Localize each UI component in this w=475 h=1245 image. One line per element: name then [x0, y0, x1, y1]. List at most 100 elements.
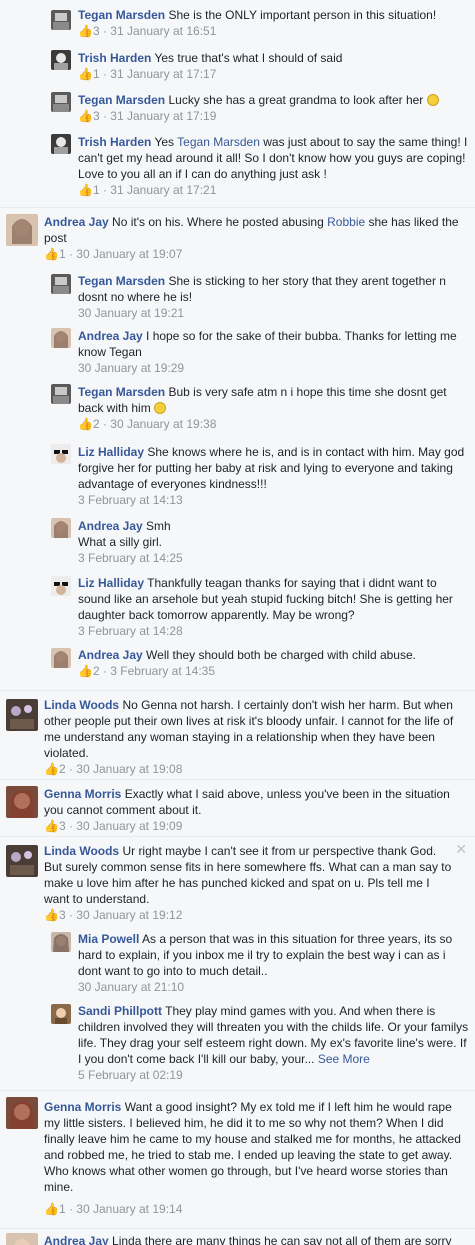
comment: Andrea Jay Linda there are many things h… [0, 1228, 475, 1245]
commenter-name[interactable]: Liz Halliday [78, 445, 144, 459]
commenter-name[interactable]: Genna Morris [44, 1100, 121, 1114]
thumbs-up-icon[interactable]: 👍 [78, 664, 93, 678]
thumbs-up-icon[interactable]: 👍 [44, 1202, 59, 1216]
comment: Andrea Jay No it's on his. Where he post… [0, 207, 475, 268]
avatar-mia-powell[interactable] [51, 932, 71, 952]
reply-comment: Andrea Jay Well they should both be char… [0, 642, 475, 688]
commenter-name[interactable]: Tegan Marsden [78, 385, 165, 399]
comment-text-line: What a silly girl. [78, 535, 163, 549]
avatar-liz-halliday[interactable] [51, 576, 71, 596]
comment-meta: 30 January at 19:21 [78, 306, 185, 320]
reply-comment: Trish Harden Yes true that's what I shou… [0, 44, 475, 86]
reply-comment: Tegan Marsden She is the ONLY important … [0, 0, 475, 44]
thumbs-up-icon[interactable]: 👍 [78, 183, 93, 197]
commenter-name[interactable]: Linda Woods [44, 698, 119, 712]
thumbs-up-icon[interactable]: 👍 [44, 762, 59, 776]
reply-comment: Andrea Jay I hope so for the sake of the… [0, 322, 475, 378]
commenter-name[interactable]: Linda Woods [44, 844, 119, 858]
reply-comment: Liz Halliday Thankfully teagan thanks fo… [0, 570, 475, 642]
avatar-linda-woods[interactable] [6, 845, 38, 877]
avatar-genna-morris[interactable] [6, 1097, 38, 1129]
comment-meta: 👍1 · 31 January at 17:17 [78, 67, 217, 81]
comment: Genna Morris Want a good insight? My ex … [0, 1090, 475, 1227]
mention-link[interactable]: Robbie [327, 215, 365, 229]
comment-meta: 👍1 · 30 January at 19:07 [44, 247, 183, 261]
thumbs-up-icon[interactable]: 👍 [44, 908, 59, 922]
close-icon[interactable]: ✕ [455, 841, 467, 858]
comment-meta: 👍2 · 3 February at 14:35 [78, 664, 216, 678]
comment: Linda Woods No Genna not harsh. I certai… [0, 690, 475, 779]
reply-comment: Sandi Phillpott They play mind games wit… [0, 998, 475, 1086]
avatar-andrea-jay[interactable] [51, 518, 71, 538]
comment-meta: 5 February at 02:19 [78, 1068, 183, 1082]
avatar-genna-morris[interactable] [6, 786, 38, 818]
comment-text: Yes [151, 135, 178, 149]
thumbs-up-icon[interactable]: 👍 [44, 819, 59, 833]
commenter-name[interactable]: Trish Harden [78, 51, 151, 65]
thumbs-up-icon[interactable]: 👍 [78, 24, 93, 38]
commenter-name[interactable]: Tegan Marsden [78, 274, 165, 288]
thumbs-up-icon[interactable]: 👍 [44, 247, 59, 261]
comment-meta: 30 January at 21:10 [78, 980, 185, 994]
comment-meta: 👍1 · 30 January at 19:14 [44, 1202, 183, 1216]
avatar-tegan-marsden[interactable] [51, 10, 71, 30]
comment-meta: 👍3 · 31 January at 17:19 [78, 109, 217, 123]
reply-comment: Mia Powell As a person that was in this … [0, 926, 475, 998]
thumbs-up-icon[interactable]: 👍 [78, 109, 93, 123]
comment-meta: 👍2 · 30 January at 19:08 [44, 762, 183, 776]
comment-meta: 3 February at 14:25 [78, 551, 183, 565]
thumbs-up-icon[interactable]: 👍 [78, 67, 93, 81]
comment-meta: 👍3 · 30 January at 19:09 [44, 819, 183, 833]
comment-text: Yes true that's what I should of said [151, 51, 343, 65]
commenter-name[interactable]: Andrea Jay [78, 329, 143, 343]
commenter-name[interactable]: Tegan Marsden [78, 93, 165, 107]
avatar-andrea-jay[interactable] [51, 648, 71, 668]
smiley-emoji-icon [426, 94, 439, 106]
avatar-tegan-marsden[interactable] [51, 92, 71, 112]
comment-meta: 30 January at 19:29 [78, 361, 185, 375]
comment-text: Linda there are many things he can say n… [108, 1234, 452, 1245]
comment-text: Lucky she has a great grandma to look af… [165, 93, 427, 107]
commenter-name[interactable]: Andrea Jay [78, 519, 143, 533]
avatar-liz-halliday[interactable] [51, 444, 71, 464]
see-more-link[interactable]: See More [318, 1052, 370, 1066]
comment-text: Well they should both be charged with ch… [142, 648, 416, 662]
commenter-name[interactable]: Andrea Jay [44, 215, 109, 229]
reply-comment: Tegan Marsden Bub is very safe atm n i h… [0, 378, 475, 438]
comment-text: No it's on his. Where he posted abusing [108, 215, 328, 229]
comment-meta: 👍3 · 30 January at 19:12 [44, 908, 183, 922]
comment: ✕ Linda Woods Ur right maybe I can't see… [0, 836, 475, 925]
avatar-tegan-marsden[interactable] [51, 384, 71, 404]
commenter-name[interactable]: Liz Halliday [78, 576, 144, 590]
avatar-linda-woods[interactable] [6, 699, 38, 731]
comment-meta: 3 February at 14:13 [78, 493, 183, 507]
comment-meta: 👍3 · 31 January at 16:51 [78, 24, 217, 38]
commenter-name[interactable]: Genna Morris [44, 787, 121, 801]
commenter-name[interactable]: Andrea Jay [44, 1234, 109, 1245]
comment: Genna Morris Exactly what I said above, … [0, 779, 475, 836]
avatar-andrea-jay[interactable] [51, 328, 71, 348]
mention-link[interactable]: Tegan Marsden [177, 135, 260, 149]
comment-text: She is the ONLY important person in this… [165, 8, 437, 22]
avatar-tegan-marsden[interactable] [51, 274, 71, 294]
commenter-name[interactable]: Trish Harden [78, 135, 151, 149]
avatar-andrea-jay[interactable] [6, 214, 38, 246]
reply-comment: Andrea Jay Smh What a silly girl. 3 Febr… [0, 512, 475, 570]
thumbs-up-icon[interactable]: 👍 [78, 417, 93, 431]
commenter-name[interactable]: Mia Powell [78, 932, 139, 946]
commenter-name[interactable]: Andrea Jay [78, 648, 143, 662]
comment-text: Smh [142, 519, 171, 533]
avatar-trish-harden[interactable] [51, 134, 71, 154]
reply-comment: Trish Harden Yes Tegan Marsden was just … [0, 128, 475, 206]
avatar-trish-harden[interactable] [51, 50, 71, 70]
reply-comment: Tegan Marsden She is sticking to her sto… [0, 268, 475, 320]
reply-comment: Liz Halliday She knows where he is, and … [0, 438, 475, 512]
comment-meta: 3 February at 14:28 [78, 624, 183, 638]
commenter-name[interactable]: Tegan Marsden [78, 8, 165, 22]
avatar-sandi-phillpott[interactable] [51, 1004, 71, 1024]
comment-text-line: Who knows what other women go through, b… [44, 1164, 448, 1194]
avatar-andrea-jay[interactable] [6, 1233, 38, 1245]
commenter-name[interactable]: Sandi Phillpott [78, 1004, 162, 1018]
comment-meta: 👍1 · 31 January at 17:21 [78, 183, 217, 197]
comment-meta: 👍2 · 30 January at 19:38 [78, 417, 217, 431]
